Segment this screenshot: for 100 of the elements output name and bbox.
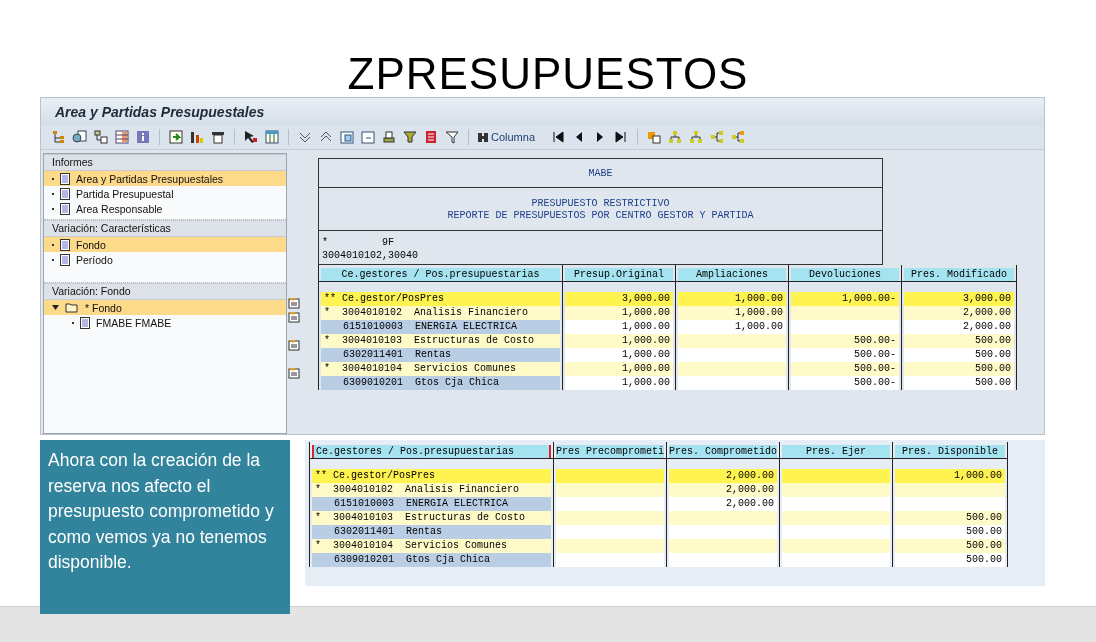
table-cell: 3,000.00 — [565, 292, 673, 306]
column-header[interactable]: Pres. Ejer — [782, 445, 890, 458]
document-icon — [60, 172, 70, 185]
table-cell: 500.00- — [791, 348, 899, 362]
row-marker: * — [315, 539, 322, 553]
table-cell: 1,000.00 — [678, 292, 786, 306]
row-marker: * — [324, 306, 331, 320]
row-name: Gtos Cja Chica — [406, 553, 491, 567]
row-code: 6151010003 — [343, 320, 403, 334]
nodes-left-icon[interactable] — [709, 129, 726, 145]
document-icon — [60, 187, 70, 200]
report-row-icon[interactable] — [288, 311, 300, 323]
export-icon[interactable] — [168, 129, 184, 145]
row-name: ENERGIA ELECTRICA — [415, 320, 518, 334]
table-cell: 2,000.00 — [669, 469, 777, 483]
filter-icon[interactable] — [402, 129, 418, 145]
table-cell: 2,000.00 — [669, 483, 777, 497]
folder-icon — [65, 302, 79, 313]
table-cell: 2,000.00 — [669, 497, 777, 511]
row-name: Rentas — [406, 525, 443, 539]
row-marker: ** — [315, 469, 328, 483]
column-header[interactable]: Pres. Disponible — [895, 445, 1005, 458]
table-cell: 500.00- — [791, 362, 899, 376]
selection-marker: * — [322, 237, 328, 248]
column-header[interactable]: Presup.Original — [565, 268, 673, 281]
info-icon[interactable] — [135, 129, 151, 145]
table-cell: 3,000.00 — [904, 292, 1014, 306]
columns-icon[interactable] — [264, 129, 280, 145]
tree-icon[interactable] — [51, 129, 67, 145]
section-header: Informes — [44, 154, 286, 171]
report-row-icon[interactable] — [288, 367, 300, 379]
row-code: 6309010201 — [343, 376, 403, 390]
row-code: 3004010102 — [342, 306, 402, 320]
collapse-icon[interactable] — [360, 129, 376, 145]
table-cell: 1,000.00 — [565, 348, 673, 362]
row-name: Analisis Financiero — [405, 483, 520, 497]
document-icon — [80, 316, 90, 329]
table-cell: 2,000.00 — [904, 320, 1014, 334]
table-cell: 500.00 — [904, 362, 1014, 376]
sidebar-item[interactable]: Fondo — [44, 237, 286, 252]
row-code: 3004010103 — [342, 334, 402, 348]
row-name: ENERGIA ELECTRICA — [406, 497, 509, 511]
row-name: Gtos Cja Chica — [415, 376, 500, 390]
swap-icon[interactable] — [646, 129, 663, 145]
hierarchy-icon[interactable] — [93, 129, 109, 145]
report-row-icon[interactable] — [288, 339, 300, 351]
column-header[interactable]: Pres Precomprometi — [556, 445, 664, 458]
row-marker: ** — [324, 292, 337, 306]
table-cell: 1,000.00 — [678, 306, 786, 320]
sidebar-item[interactable]: * Fondo — [44, 300, 286, 315]
table-cell: 500.00 — [904, 376, 1014, 390]
report-row-icon[interactable] — [288, 297, 300, 309]
document-icon — [60, 253, 70, 266]
window-title: Area y Partidas Presupuestales — [41, 98, 1044, 125]
sidebar-item[interactable]: Período — [44, 252, 286, 267]
print-icon[interactable] — [381, 129, 397, 145]
table-cell: 1,000.00 — [565, 362, 673, 376]
section-header: Variación: Características — [44, 220, 286, 237]
layout-icon[interactable] — [210, 129, 226, 145]
row-code: 6302011401 — [334, 525, 394, 539]
company-name: MABE — [588, 167, 613, 179]
sidebar-item[interactable]: Partida Presupuestal — [44, 186, 286, 201]
nodes-right-icon[interactable] — [730, 129, 747, 145]
column-header[interactable]: Pres. Comprometido — [669, 445, 777, 458]
row-name: Ce.gestor/PosPres — [333, 469, 436, 483]
column-button[interactable]: Columna — [477, 131, 546, 143]
row-name: Estructuras de Costo — [414, 334, 535, 348]
row-name: Servicios Comunes — [414, 362, 517, 376]
copy-icon[interactable] — [72, 129, 88, 145]
row-code: 6309010201 — [334, 553, 394, 567]
expand-icon[interactable] — [339, 129, 355, 145]
cursor-icon[interactable] — [243, 129, 259, 145]
first-icon[interactable] — [550, 129, 567, 145]
column-header[interactable]: Ce.gestores / Pos.presupuestarias — [321, 268, 560, 281]
table-cell: 1,000.00 — [565, 376, 673, 390]
table-cell: 500.00- — [791, 334, 899, 348]
row-name: Servicios Comunes — [405, 539, 508, 553]
slide-title: ZPRESUPUESTOS — [347, 51, 749, 97]
selection-range: 3004010102,30040 — [322, 250, 419, 261]
sidebar-item[interactable]: Area Responsable — [44, 201, 286, 216]
document-icon — [60, 202, 70, 215]
column-header[interactable]: Devoluciones — [791, 268, 899, 281]
column-header[interactable]: Ce.gestores / Pos.presupuestarias — [312, 445, 551, 458]
caret-icon[interactable] — [52, 304, 59, 311]
table-cell: 1,000.00- — [791, 292, 899, 306]
table-cell: 500.00 — [904, 334, 1014, 348]
chart-icon[interactable] — [189, 129, 205, 145]
row-code: 3004010102 — [333, 483, 393, 497]
table-cell: 1,000.00 — [678, 320, 786, 334]
table-cell: 500.00 — [895, 553, 1005, 567]
sidebar-item[interactable]: FMABE FMABE — [44, 315, 286, 330]
column-header[interactable]: Ampliaciones — [678, 268, 786, 281]
sidebar-item[interactable]: Area y Partidas Presupuestales — [44, 171, 286, 186]
table-cell: 1,000.00 — [565, 320, 673, 334]
funnel-icon[interactable] — [444, 129, 460, 145]
table-cell: 500.00 — [895, 539, 1005, 553]
table-icon[interactable] — [114, 129, 130, 145]
note-text: Ahora con la creación de la reserva nos afecto el presupuesto comprometido y como vemos ya no tenemos disponible. — [40, 440, 290, 614]
column-header[interactable]: Pres. Modificado — [904, 268, 1014, 281]
report-title: PRESUPUESTO RESTRICTIVO — [531, 197, 670, 209]
